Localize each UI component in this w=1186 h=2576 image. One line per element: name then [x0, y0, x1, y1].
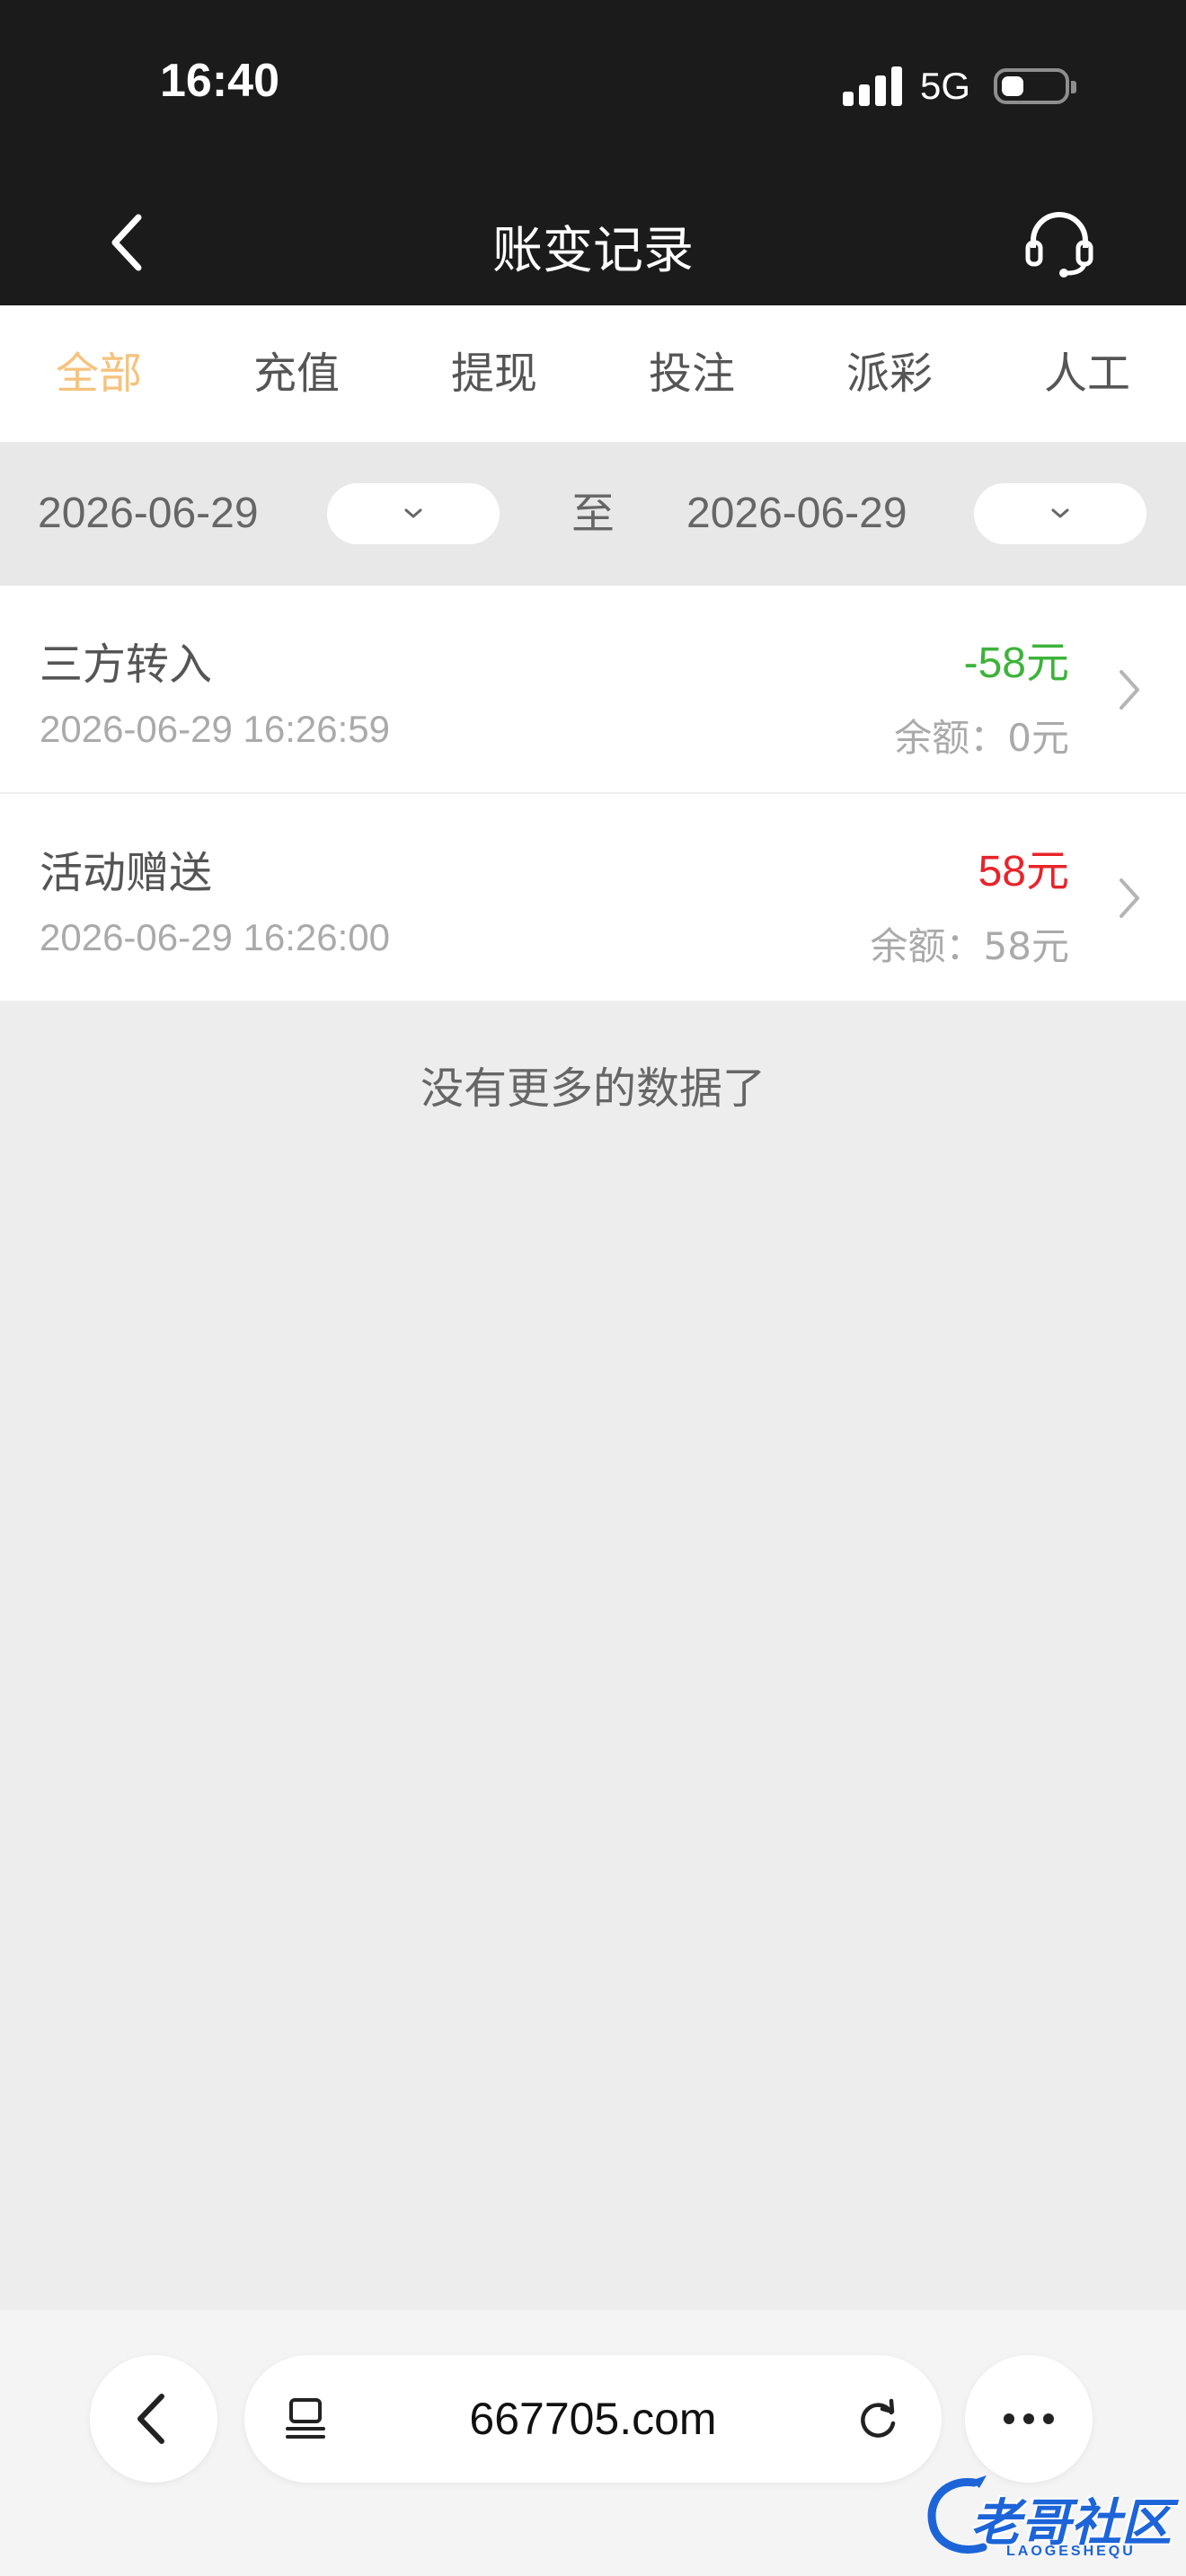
record-time: 2026-06-29 16:26:59	[40, 708, 390, 750]
chevron-right-icon	[1120, 670, 1139, 710]
start-date-picker[interactable]	[327, 483, 500, 544]
record-list: 三方转入 2026-06-29 16:26:59 -58元 余额：0元 活动赠送…	[0, 586, 1186, 1002]
tab-recharge[interactable]: 充值	[198, 305, 395, 442]
tab-manual[interactable]: 人工	[988, 305, 1186, 442]
status-time: 16:40	[160, 55, 279, 107]
reload-icon[interactable]	[852, 2393, 904, 2445]
signal-icon	[843, 66, 902, 106]
record-title: 三方转入	[40, 640, 213, 690]
record-amount: -58元	[963, 640, 1069, 687]
customer-service-button[interactable]	[1022, 207, 1096, 280]
tab-payout[interactable]: 派彩	[791, 305, 988, 442]
page-title: 账变记录	[492, 222, 694, 280]
date-range-separator: 至	[571, 489, 615, 539]
nav-bar: 账变记录	[0, 180, 1186, 305]
no-more-data-text: 没有更多的数据了	[420, 1063, 766, 1114]
status-bar: 16:40 5G	[0, 0, 1186, 180]
watermark-subtext: LAOGESHEQU	[1006, 2544, 1136, 2559]
headset-icon	[1025, 212, 1093, 278]
chevron-down-icon	[1051, 508, 1069, 518]
chevron-left-icon	[137, 2394, 164, 2444]
watermark-logo: 老哥社区 LAOGESHEQU	[920, 2468, 1181, 2567]
end-date-picker[interactable]	[974, 483, 1146, 544]
tab-bet[interactable]: 投注	[593, 305, 791, 442]
browser-back-button[interactable]	[90, 2355, 217, 2483]
list-item[interactable]: 活动赠送 2026-06-29 16:26:00 58元 余额：58元	[0, 794, 1186, 1002]
more-icon	[1004, 2413, 1054, 2424]
record-title: 活动赠送	[40, 848, 213, 898]
end-date-text: 2026-06-29	[686, 490, 907, 537]
record-balance: 余额：58元	[870, 924, 1069, 968]
network-label: 5G	[920, 65, 971, 107]
address-bar[interactable]: 667705.com	[244, 2355, 942, 2483]
tab-all[interactable]: 全部	[0, 305, 198, 442]
chevron-right-icon	[1120, 878, 1139, 918]
record-amount: 58元	[978, 848, 1069, 895]
record-time: 2026-06-29 16:26:00	[40, 916, 390, 958]
date-filter: 2026-06-29 至 2026-06-29	[0, 442, 1186, 586]
battery-icon	[994, 68, 1076, 104]
tab-withdraw[interactable]: 提现	[395, 305, 593, 442]
chevron-down-icon	[404, 508, 422, 518]
url-text: 667705.com	[469, 2394, 717, 2444]
category-tabs: 全部 充值 提现 投注 派彩 人工	[0, 305, 1186, 442]
list-item[interactable]: 三方转入 2026-06-29 16:26:59 -58元 余额：0元	[0, 586, 1186, 794]
start-date-text: 2026-06-29	[38, 490, 259, 537]
record-balance: 余额：0元	[894, 716, 1069, 760]
more-options-button[interactable]	[965, 2355, 1093, 2483]
